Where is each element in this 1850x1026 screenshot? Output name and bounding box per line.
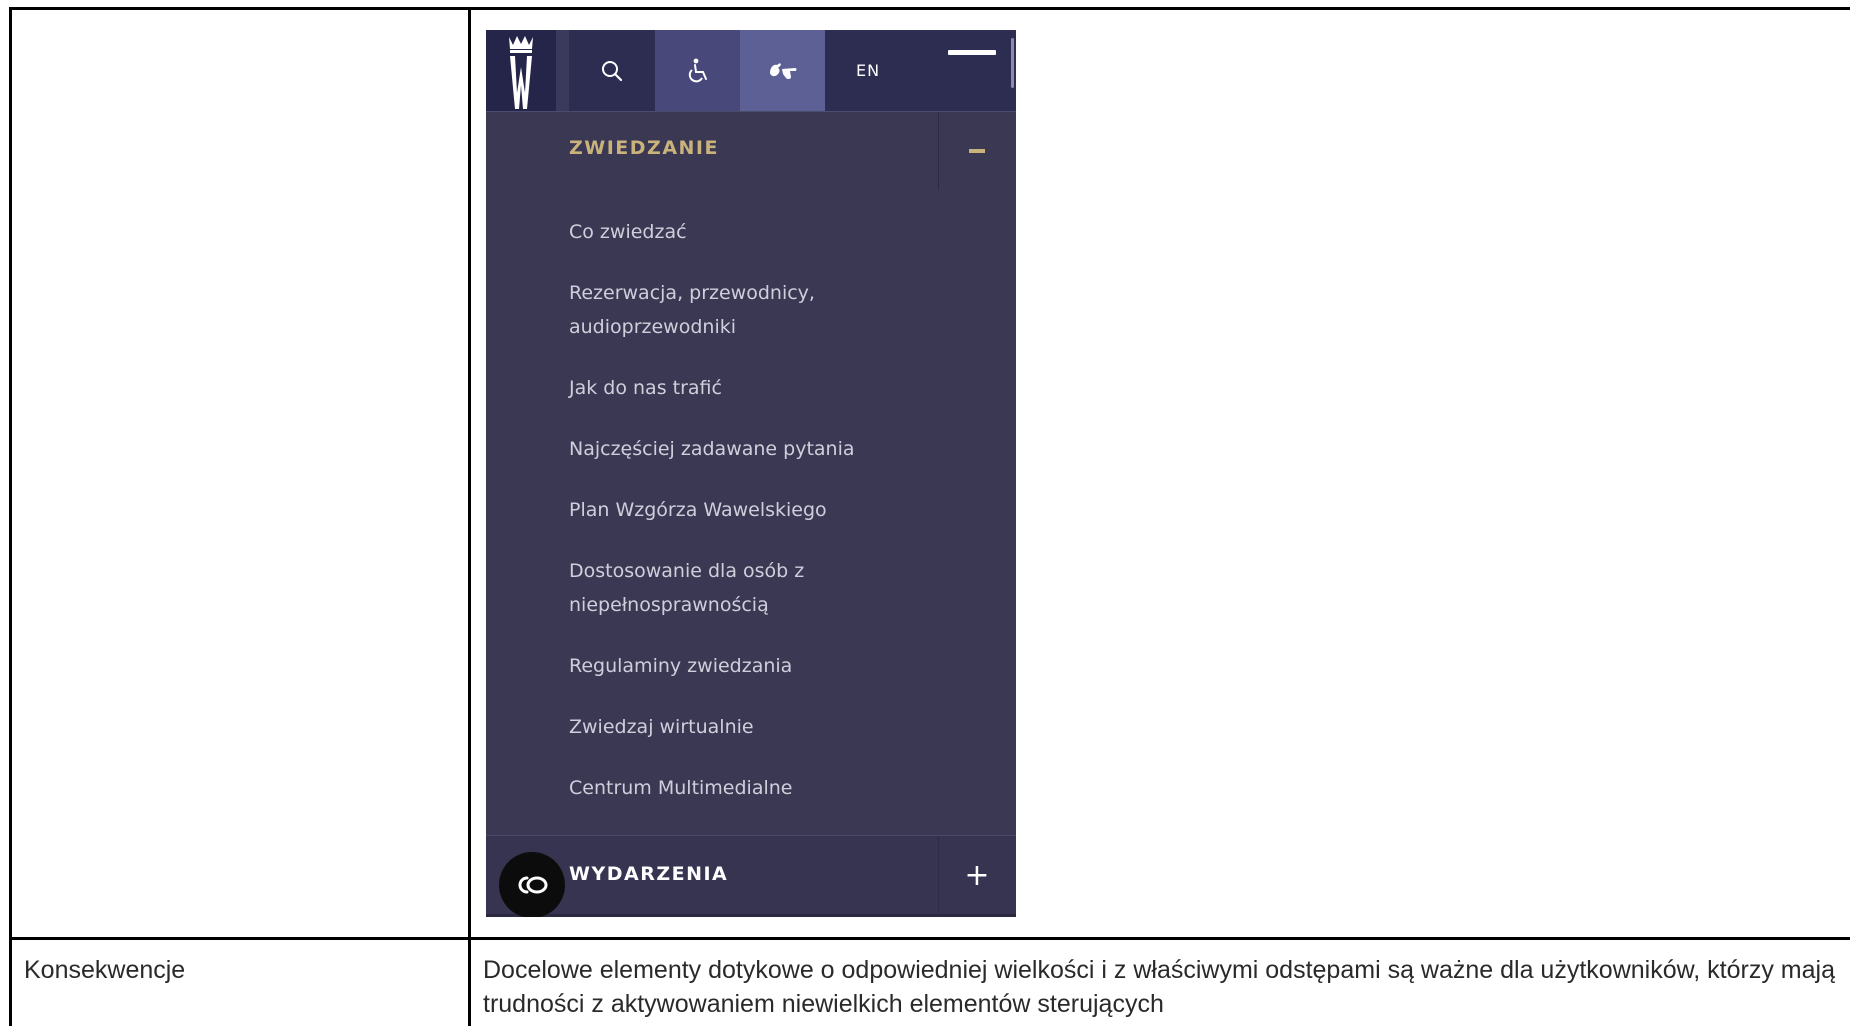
zwiedzanie-submenu: Co zwiedzać Rezerwacja, przewodnicy, aud… bbox=[569, 215, 969, 832]
submenu-item[interactable]: Plan Wzgórza Wawelskiego bbox=[569, 493, 969, 527]
submenu-item[interactable]: Co zwiedzać bbox=[569, 215, 969, 249]
table-column-divider bbox=[468, 7, 471, 1026]
search-button[interactable] bbox=[569, 30, 655, 111]
accessibility-button[interactable] bbox=[655, 30, 740, 111]
submenu-item[interactable]: Jak do nas trafić bbox=[569, 371, 969, 405]
submenu-item[interactable]: Najczęściej zadawane pytania bbox=[569, 432, 969, 466]
submenu-item[interactable]: Regulaminy zwiedzania bbox=[569, 649, 969, 683]
sign-language-button[interactable] bbox=[740, 30, 825, 111]
accessibility-widget-icon bbox=[518, 876, 548, 894]
mobile-menu-screenshot: EN ZWIEDZANIE Co zwiedzać Rezerwacja, pr… bbox=[486, 30, 1016, 917]
expand-button[interactable]: + bbox=[938, 836, 1016, 914]
hamburger-icon bbox=[948, 50, 996, 55]
mobile-top-bar: EN bbox=[486, 30, 1016, 112]
table-border-left bbox=[9, 7, 12, 1026]
submenu-item[interactable]: Rezerwacja, przewodnicy, audioprzewodnik… bbox=[569, 276, 829, 344]
table-border-top bbox=[9, 7, 1850, 10]
submenu-item[interactable]: Dostosowanie dla osób z niepełnosprawnoś… bbox=[569, 554, 819, 622]
menu-button[interactable] bbox=[911, 30, 1016, 111]
topbar-spacer bbox=[556, 30, 569, 111]
bottom-edge bbox=[486, 914, 1016, 917]
row-description: Docelowe elementy dotykowe o odpowiednie… bbox=[483, 956, 1835, 1018]
row-label-konsekwencje: Konsekwencje bbox=[24, 956, 186, 984]
sign-language-icon bbox=[769, 62, 796, 79]
plus-icon: + bbox=[964, 857, 990, 893]
section-wydarzenia[interactable]: WYDARZENIA + bbox=[486, 836, 1016, 914]
submenu-item[interactable]: Zwiedzaj wirtualnie bbox=[569, 710, 969, 744]
submenu-item[interactable]: Centrum Multimedialne bbox=[569, 771, 969, 805]
section-zwiedzanie[interactable]: ZWIEDZANIE bbox=[486, 112, 1016, 190]
search-icon bbox=[602, 60, 623, 81]
table-row-divider bbox=[9, 937, 1850, 940]
collapse-button[interactable] bbox=[938, 112, 1016, 190]
accessibility-widget-button[interactable] bbox=[499, 852, 565, 917]
section-title-wydarzenia[interactable]: WYDARZENIA bbox=[569, 863, 728, 885]
wawel-logo-icon[interactable] bbox=[486, 30, 556, 111]
section-title-zwiedzanie[interactable]: ZWIEDZANIE bbox=[569, 137, 719, 159]
minus-icon bbox=[969, 149, 985, 153]
language-switch-en[interactable]: EN bbox=[825, 30, 911, 111]
wheelchair-icon bbox=[688, 58, 707, 82]
scrollbar[interactable] bbox=[1011, 38, 1014, 88]
